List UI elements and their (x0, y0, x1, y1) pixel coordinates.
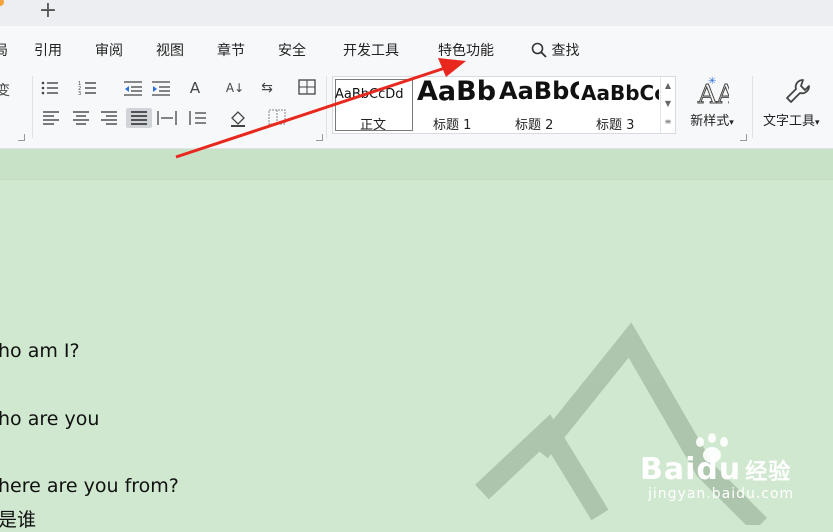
svg-text:3: 3 (78, 91, 81, 97)
sort-icon[interactable]: A↓ (224, 78, 246, 98)
document-page-top (0, 149, 833, 180)
align-center-icon[interactable] (70, 108, 92, 128)
distributed-align-icon[interactable] (156, 108, 178, 128)
font-dialog-launcher-icon[interactable] (18, 134, 25, 141)
menu-item-partial[interactable]: 局 (0, 40, 8, 60)
new-style-label: 新样式 (690, 114, 730, 129)
styles-scroller[interactable]: ▲ ▼ ≡ (660, 77, 675, 133)
menu-item-review[interactable]: 审阅 (95, 40, 123, 60)
menu-item-developer-tools[interactable]: 开发工具 (343, 40, 399, 60)
style-heading-3[interactable]: AaBbCc 标题 3 (579, 77, 659, 133)
style-heading-1-label: 标题 1 (433, 118, 472, 133)
separator (326, 76, 327, 138)
new-style-button[interactable]: AA ✳ 新样式▾ (682, 76, 742, 129)
separator (32, 76, 33, 138)
svg-text:✳: ✳ (708, 76, 716, 87)
borders-icon[interactable] (296, 78, 318, 98)
document-line[interactable]: here are you from? (0, 475, 179, 497)
decrease-indent-icon[interactable] (122, 78, 144, 98)
menu-item-security[interactable]: 安全 (278, 40, 306, 60)
search-icon (531, 42, 547, 58)
shading-icon[interactable] (228, 108, 250, 128)
menu-item-section[interactable]: 章节 (217, 40, 245, 60)
style-heading-1[interactable]: AaBb 标题 1 (415, 77, 497, 133)
style-heading-2-label: 标题 2 (515, 118, 554, 133)
text-direction-icon[interactable]: A (184, 78, 206, 98)
search-menu[interactable]: 查找 (531, 40, 579, 60)
increase-indent-icon[interactable] (150, 78, 172, 98)
align-left-icon[interactable] (40, 108, 62, 128)
search-label: 查找 (551, 43, 580, 59)
line-spacing-icon[interactable] (186, 108, 208, 128)
ribbon: 变 123 A A↓ ⇆ AaBbCcDd 正文 AaBb 标题 1 AaBbC… (0, 70, 833, 149)
align-right-icon[interactable] (98, 108, 120, 128)
style-normal-sample: AaBbCcDd (335, 87, 404, 102)
text-tools-label: 文字工具 (763, 114, 816, 129)
wrench-icon (760, 76, 833, 110)
separator (752, 76, 753, 138)
ribbon-cut-label: 变 (0, 83, 10, 99)
bullet-list-icon[interactable] (40, 78, 62, 98)
new-tab-button[interactable]: + (34, 0, 62, 24)
menu-item-references[interactable]: 引用 (34, 40, 62, 60)
menu-bar: 局 引用 审阅 视图 章节 安全 开发工具 特色功能 查找 (0, 26, 833, 70)
new-style-icon: AA ✳ (682, 76, 742, 111)
style-heading-1-sample: AaBb (417, 77, 497, 107)
text-tools-button[interactable]: 文字工具▾ (760, 76, 833, 129)
document-line[interactable]: ho are you (0, 408, 99, 430)
paragraph-dialog-launcher-icon[interactable] (316, 134, 323, 141)
tab-status-dot (0, 0, 4, 6)
tab-bar: + (0, 0, 833, 27)
menu-item-view[interactable]: 视图 (156, 40, 184, 60)
numbered-list-icon[interactable]: 123 (78, 78, 100, 98)
style-heading-2[interactable]: AaBbC 标题 2 (497, 77, 579, 133)
styles-dialog-launcher-icon[interactable] (740, 134, 747, 141)
scroll-up-icon[interactable]: ▲ (661, 77, 675, 95)
style-heading-3-label: 标题 3 (596, 118, 635, 133)
document-line[interactable]: ho am I? (0, 340, 80, 362)
justify-icon[interactable] (126, 108, 152, 128)
styles-gallery: AaBbCcDd 正文 AaBb 标题 1 AaBbC 标题 2 AaBbCc … (332, 76, 676, 134)
style-heading-3-sample: AaBbCc (581, 81, 659, 105)
table-borders-icon[interactable] (266, 108, 288, 128)
style-normal[interactable]: AaBbCcDd 正文 (333, 77, 415, 133)
new-style-caret-icon: ▾ (729, 118, 734, 128)
style-heading-2-sample: AaBbC (499, 77, 579, 105)
baidu-logo-text: Baidu 经验 (640, 452, 792, 487)
gallery-expand-icon[interactable]: ≡ (661, 113, 675, 131)
line-break-icon[interactable]: ⇆ (256, 78, 278, 98)
scroll-down-icon[interactable]: ▼ (661, 95, 675, 113)
baidu-url: jingyan.baidu.com (648, 486, 795, 502)
style-normal-label: 正文 (360, 118, 387, 133)
baidu-watermark: Baidu 经验 jingyan.baidu.com (640, 452, 793, 502)
menu-item-special-features[interactable]: 特色功能 (438, 40, 494, 60)
document-line[interactable]: 是谁 (0, 505, 36, 532)
text-tools-caret-icon: ▾ (815, 118, 820, 128)
